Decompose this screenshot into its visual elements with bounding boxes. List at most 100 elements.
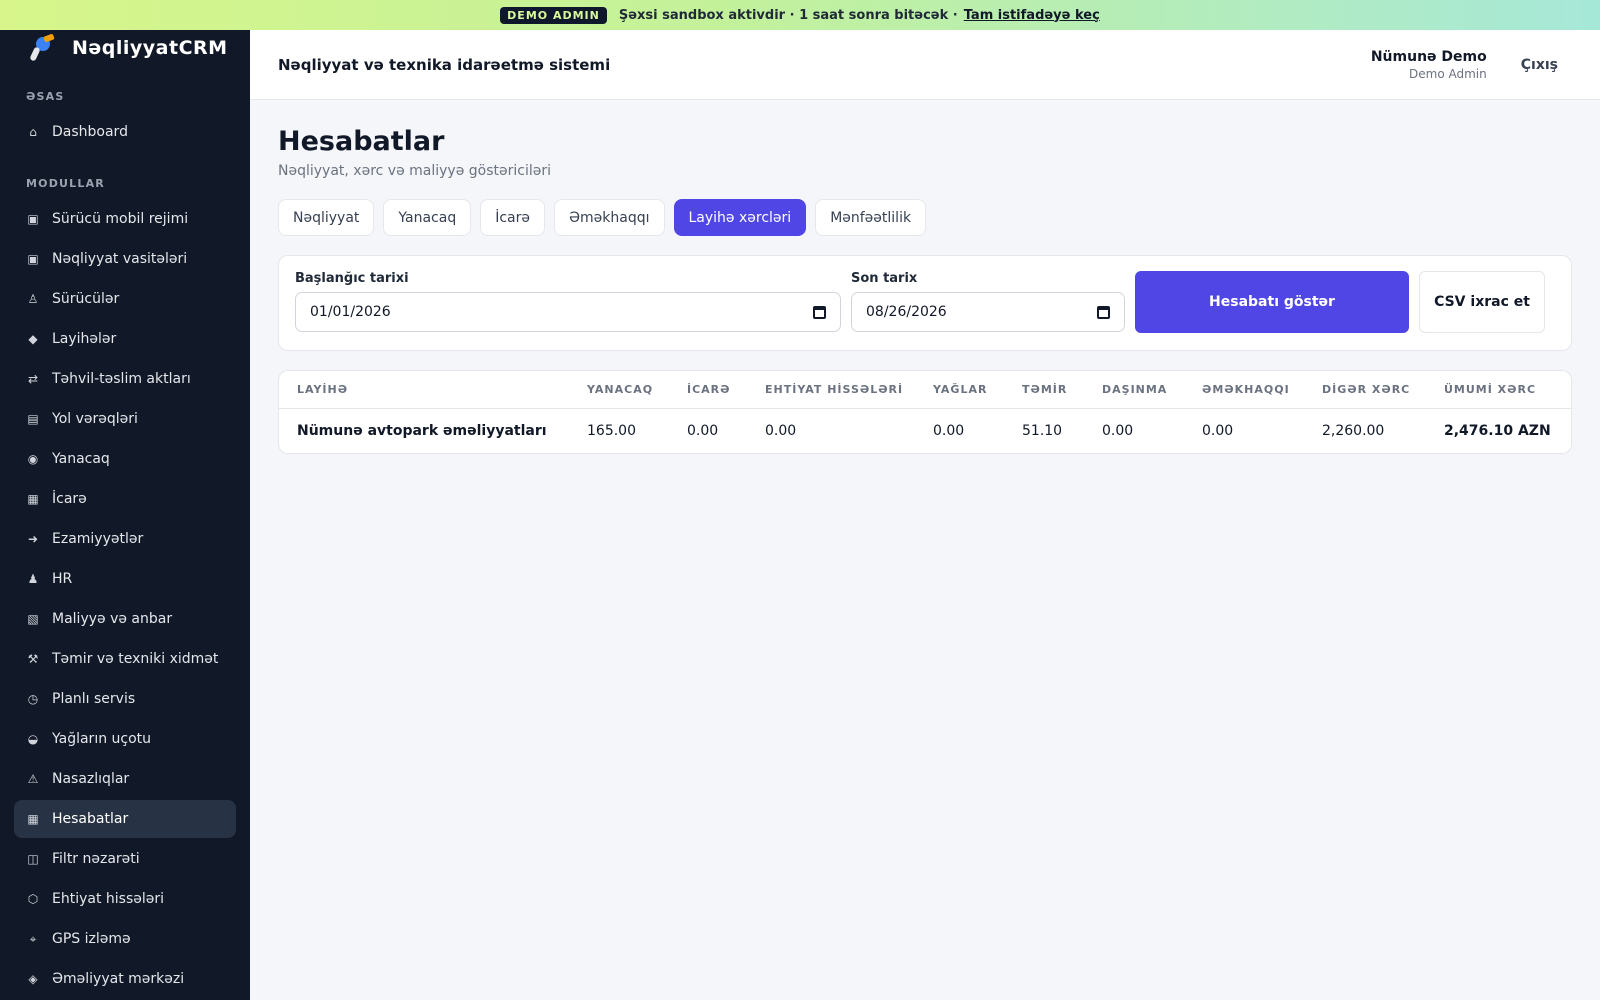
end-date-value: 08/26/2026 — [866, 304, 947, 320]
table-cell: 0.00 — [687, 422, 719, 439]
column-header[interactable]: DAŞINMA — [1084, 371, 1184, 409]
tab-6[interactable]: Mənfəətlilik — [815, 199, 927, 236]
tab-4[interactable]: Əməkhaqqı — [554, 199, 665, 236]
filter-card: Başlanğıc tarixi 01/01/2026 Son tarix 08… — [278, 255, 1572, 351]
table-cell: 0.00 — [1102, 422, 1134, 439]
sidebar-item-ops-center[interactable]: ◈ Əməliyyat mərkəzi — [14, 960, 236, 998]
sidebar-item-gps[interactable]: ⌖ GPS izləmə — [14, 920, 236, 958]
sidebar-item-label: HR — [52, 571, 73, 587]
table-cell: 165.00 — [587, 422, 636, 439]
sidebar-item-label: Təhvil-təslim aktları — [52, 371, 191, 387]
start-date-label: Başlanğıc tarixi — [295, 271, 409, 286]
system-title: Nəqliyyat və texnika idarəetmə sistemi — [278, 55, 611, 74]
column-header[interactable]: ÜMUMİ XƏRC — [1426, 371, 1571, 409]
column-header[interactable]: EHTİYAT HİSSƏLƏRİ — [747, 371, 915, 409]
table-row[interactable]: Nümunə avtopark əməliyyatları 165.00 0.0… — [279, 408, 1571, 453]
sidebar-item-label: Dashboard — [52, 124, 128, 140]
filter-icon: ◫ — [27, 852, 39, 866]
section-title-modules: MODULLAR — [26, 177, 105, 190]
sidebar-item-clock[interactable]: ◷ Planlı servis — [14, 680, 236, 718]
rent-icon: ▦ — [27, 492, 39, 506]
calendar-icon[interactable] — [813, 305, 826, 319]
column-header[interactable]: ƏMƏKHAQQI — [1184, 371, 1304, 409]
sidebar-item-label: Nəqliyyat vasitələri — [52, 251, 188, 267]
column-header[interactable]: LAYİHƏ — [279, 371, 569, 409]
start-date-value: 01/01/2026 — [310, 304, 391, 320]
waybill-icon: ▤ — [27, 412, 39, 426]
table-cell: 0.00 — [765, 422, 797, 439]
sidebar-item-reports[interactable]: ▦ Hesabatlar — [14, 800, 236, 838]
reports-icon: ▦ — [27, 812, 39, 826]
logout-button[interactable]: Çıxış — [1521, 57, 1558, 73]
diamond-icon: ◆ — [28, 332, 38, 346]
tools-icon: ⚒ — [27, 652, 39, 666]
sidebar-item-oil[interactable]: ◒ Yağların uçotu — [14, 720, 236, 758]
column-header[interactable]: DİGƏR XƏRC — [1304, 371, 1426, 409]
end-date-input[interactable]: 08/26/2026 — [851, 292, 1125, 332]
sidebar-item-label: İcarə — [52, 491, 87, 507]
table-cell: 51.10 — [1022, 422, 1063, 439]
user-role: Demo Admin — [1409, 66, 1487, 81]
csv-export-button[interactable]: CSV ixrac et — [1419, 271, 1545, 333]
sidebar-item-diamond[interactable]: ◆ Layihələr — [14, 320, 236, 358]
upgrade-link[interactable]: Tam istifadəyə keç — [964, 8, 1100, 23]
sidebar-item-filter[interactable]: ◫ Filtr nəzarəti — [14, 840, 236, 878]
tab-1[interactable]: Nəqliyyat — [278, 199, 375, 236]
tab-3[interactable]: İcarə — [480, 199, 545, 236]
sidebar-item-truck[interactable]: ▣ Nəqliyyat vasitələri — [14, 240, 236, 278]
sidebar-item-finance[interactable]: ▧ Maliyyə və anbar — [14, 600, 236, 638]
sidebar-item-label: Sürücü mobil rejimi — [52, 211, 189, 227]
sidebar-item-dashboard[interactable]: ⌂ Dashboard — [14, 113, 236, 151]
sidebar-item-label: Yağların uçotu — [52, 731, 152, 747]
sidebar-item-warning[interactable]: ⚠ Nasazlıqlar — [14, 760, 236, 798]
gps-icon: ⌖ — [29, 931, 37, 946]
user-name: Nümunə Demo — [1370, 48, 1487, 65]
warning-icon: ⚠ — [27, 772, 39, 786]
report-tabs: Nəqliyyat Yanacaq İcarə Əməkhaqqı Layihə xər… — [278, 199, 1572, 236]
sidebar-item-driver[interactable]: ♙ Sürücülər — [14, 280, 236, 318]
report-table-card: LAYİHƏ YANACAQ İCARƏ EHTİYAT HİSSƏLƏRİ Y… — [278, 370, 1572, 454]
truck-icon: ▣ — [27, 252, 39, 266]
sidebar-item-label: Yol vərəqləri — [52, 411, 138, 427]
main-content: Hesabatlar Nəqliyyat, xərc və maliyyə gö… — [278, 100, 1572, 454]
sidebar-item-tools[interactable]: ⚒ Təmir və texniki xidmət — [14, 640, 236, 678]
column-header[interactable]: TƏMİR — [1004, 371, 1084, 409]
sidebar-item-label: Təmir və texniki xidmət — [52, 651, 219, 667]
sidebar-item-transfer[interactable]: ⇄ Təhvil-təslim aktları — [14, 360, 236, 398]
sidebar-item-label: Filtr nəzarəti — [52, 851, 140, 867]
sidebar-item-person[interactable]: ♟ HR — [14, 560, 236, 598]
column-header[interactable]: YAĞLAR — [915, 371, 1004, 409]
sidebar-item-phone[interactable]: ▣ Sürücü mobil rejimi — [14, 200, 236, 238]
brand-name: NəqliyyatCRM — [72, 37, 228, 59]
tab-2[interactable]: Yanacaq — [383, 199, 472, 236]
driver-icon: ♙ — [27, 292, 39, 306]
arrow-right-icon: ➜ — [27, 532, 39, 546]
show-report-button[interactable]: Hesabatı göstər — [1135, 271, 1409, 333]
sidebar-item-rent[interactable]: ▦ İcarə — [14, 480, 236, 518]
column-header[interactable]: İCARƏ — [669, 371, 747, 409]
demo-banner: DEMO ADMIN Şəxsi sandbox aktivdir · 1 sa… — [0, 0, 1600, 30]
brand[interactable]: NəqliyyatCRM — [0, 30, 250, 66]
oil-icon: ◒ — [27, 732, 39, 746]
start-date-field: Başlanğıc tarixi 01/01/2026 — [295, 271, 841, 332]
start-date-input[interactable]: 01/01/2026 — [295, 292, 841, 332]
sidebar-modules-list: ▣ Sürücü mobil rejimi ▣ Nəqliyyat vasitələr… — [0, 200, 250, 998]
table-cell: 0.00 — [933, 422, 965, 439]
calendar-icon[interactable] — [1097, 305, 1110, 319]
sidebar-item-label: Əməliyyat mərkəzi — [52, 971, 185, 987]
table-cell: 0.00 — [1202, 422, 1234, 439]
person-icon: ♟ — [27, 572, 39, 586]
tab-5[interactable]: Layihə xərcləri — [673, 199, 807, 236]
sidebar-item-fuel[interactable]: ◉ Yanacaq — [14, 440, 236, 478]
table-cell: 2,260.00 — [1322, 422, 1385, 439]
column-header[interactable]: YANACAQ — [569, 371, 669, 409]
sidebar-item-waybill[interactable]: ▤ Yol vərəqləri — [14, 400, 236, 438]
sidebar-item-arrow-right[interactable]: ➜ Ezamiyyətlər — [14, 520, 236, 558]
logo-icon — [28, 33, 58, 63]
ops-center-icon: ◈ — [28, 972, 38, 986]
section-title-main: ƏSAS — [26, 90, 65, 103]
user-info[interactable]: Nümunə Demo Demo Admin — [1371, 49, 1487, 81]
sidebar-item-parts[interactable]: ⬡ Ehtiyat hissələri — [14, 880, 236, 918]
top-header: Nəqliyyat və texnika idarəetmə sistemi N… — [250, 30, 1600, 100]
parts-icon: ⬡ — [27, 892, 39, 906]
